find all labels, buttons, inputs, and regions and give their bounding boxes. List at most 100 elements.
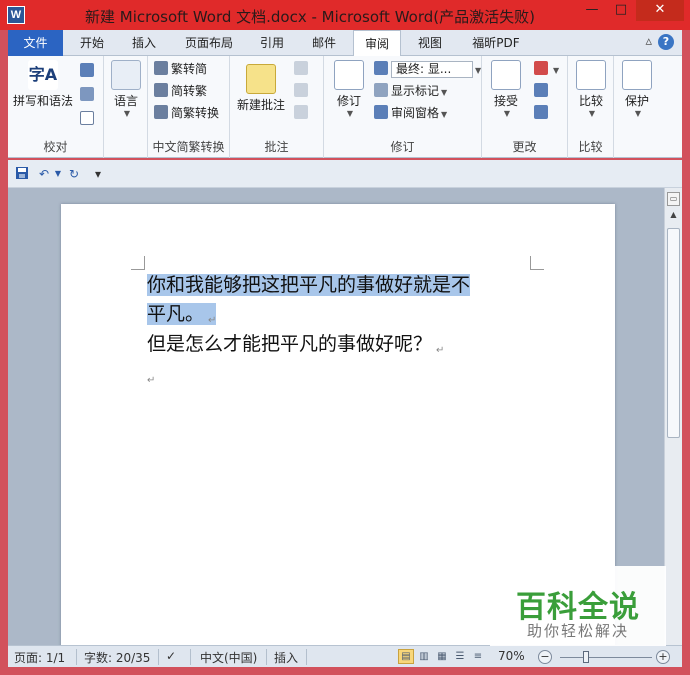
zoom-out-icon[interactable]: − <box>538 650 552 664</box>
insert-mode[interactable]: 插入 <box>274 649 298 666</box>
word-count-button[interactable] <box>80 110 97 128</box>
outline-icon[interactable]: ☰ <box>452 649 468 664</box>
group-compare: 比较 ▼ 比较 <box>568 56 614 158</box>
reject-icon <box>534 61 548 75</box>
show-markup-label: 显示标记 <box>391 84 440 98</box>
empty-paragraph[interactable]: ↵ <box>147 360 155 395</box>
simp-trad-convert-label: 简繁转换 <box>171 106 220 120</box>
markup-mode-value: 最终: 显... <box>391 61 473 78</box>
redo-icon[interactable]: ↻ <box>66 166 82 182</box>
protect-icon <box>622 60 652 90</box>
review-pane-label: 审阅窗格 <box>391 106 440 120</box>
group-tracking: 修订 ▼ 最终: 显... ▼ 显示标记 ▼ 审阅窗格 ▼ 修订 <box>324 56 482 158</box>
tab-insert[interactable]: 插入 <box>122 30 166 56</box>
zoom-in-icon[interactable]: + <box>656 650 670 664</box>
web-layout-icon[interactable]: ▦ <box>434 649 450 664</box>
paragraph-mark-icon: ↵ <box>208 315 217 326</box>
thesaurus-button[interactable] <box>80 86 97 104</box>
divider <box>306 649 307 665</box>
ruler-toggle-icon[interactable]: ▭ <box>667 192 680 206</box>
track-changes-button[interactable]: 修订 ▼ <box>328 60 370 118</box>
scroll-up-icon[interactable]: ▲ <box>667 210 680 224</box>
group-chinese-conversion: 繁转简 简转繁 简繁转换 中文简繁转换 <box>148 56 230 158</box>
language-status[interactable]: 中文(中国) <box>200 649 257 666</box>
group-tracking-label: 修订 <box>390 140 415 154</box>
customize-qat-icon[interactable]: ▾ <box>90 166 106 182</box>
line-3-text: 但是怎么才能把平凡的事做好呢？ <box>147 333 433 355</box>
accept-caret-icon: ▼ <box>503 109 511 118</box>
tab-home[interactable]: 开始 <box>70 30 114 56</box>
vertical-scrollbar[interactable]: ▭ ▲ <box>664 188 682 645</box>
draft-icon[interactable]: ≡ <box>470 649 486 664</box>
tab-view[interactable]: 视图 <box>408 30 452 56</box>
research-button[interactable] <box>80 62 97 80</box>
tab-references[interactable]: 引用 <box>250 30 294 56</box>
word-window: W 新建 Microsoft Word 文档.docx - Microsoft … <box>0 0 690 675</box>
track-changes-label: 修订 <box>336 94 361 108</box>
maximize-button[interactable]: □ <box>607 0 635 21</box>
status-bar: 页面: 1/1 字数: 20/35 ✓ 中文(中国) 插入 ▤ ▥ ▦ ☰ ≡ … <box>8 645 682 667</box>
accept-button[interactable]: 接受 ▼ <box>486 60 526 118</box>
tab-file[interactable]: 文件 <box>8 30 63 56</box>
new-comment-label: 新建批注 <box>236 98 285 112</box>
new-comment-icon <box>246 64 276 94</box>
paragraph-mark-icon: ↵ <box>436 345 445 356</box>
divider <box>190 649 191 665</box>
zoom-level[interactable]: 70% <box>498 649 525 663</box>
tab-page-layout[interactable]: 页面布局 <box>176 30 242 56</box>
next-comment-button[interactable] <box>294 104 311 122</box>
review-pane-button[interactable]: 审阅窗格 ▼ <box>374 104 447 122</box>
zoom-slider-thumb[interactable] <box>583 651 589 663</box>
simp-trad-convert-icon <box>154 105 168 119</box>
simp-trad-convert-button[interactable]: 简繁转换 <box>154 104 219 122</box>
accept-icon <box>491 60 521 90</box>
compare-button[interactable]: 比较 ▼ <box>571 60 611 118</box>
trad-to-simp-button[interactable]: 繁转简 <box>154 60 207 78</box>
page-count[interactable]: 页面: 1/1 <box>14 649 65 666</box>
watermark-logo: 百科全说 助你轻松解决 <box>490 566 666 646</box>
spell-grammar-label: 拼写和语法 <box>12 94 73 108</box>
ribbon-tabs: 文件 开始 插入 页面布局 引用 邮件 审阅 视图 福昕PDF ▵? <box>8 30 682 57</box>
language-button[interactable]: 语言 ▼ <box>106 60 146 118</box>
tab-mailings[interactable]: 邮件 <box>302 30 346 56</box>
protect-button[interactable]: 保护 ▼ <box>617 60 657 118</box>
close-button[interactable]: ✕ <box>636 0 684 21</box>
review-pane-icon <box>374 105 388 119</box>
full-screen-reading-icon[interactable]: ▥ <box>416 649 432 664</box>
help-icon[interactable]: ? <box>658 34 674 50</box>
simp-to-trad-button[interactable]: 简转繁 <box>154 82 207 100</box>
tab-review[interactable]: 审阅 <box>353 30 401 57</box>
group-proofing: 字A 拼写和语法 校对 <box>8 56 104 158</box>
proofing-status-icon[interactable]: ✓ <box>166 649 176 663</box>
tab-foxit-pdf[interactable]: 福昕PDF <box>460 30 532 56</box>
spell-grammar-button[interactable]: 字A 拼写和语法 <box>12 60 74 109</box>
ribbon-collapse-icon[interactable]: ▵ <box>645 34 652 49</box>
previous-comment-button[interactable] <box>294 82 311 100</box>
next-comment-icon <box>294 105 308 119</box>
ribbon-review: 字A 拼写和语法 校对 语言 ▼ 繁转简 简转繁 简繁转换 中文简繁转换 新建批… <box>8 56 682 158</box>
delete-comment-icon <box>294 61 308 75</box>
print-layout-icon[interactable]: ▤ <box>398 649 414 664</box>
spellcheck-icon: 字A <box>28 60 58 90</box>
show-markup-button[interactable]: 显示标记 ▼ <box>374 82 447 100</box>
selected-text-line-1: 你和我能够把这把平凡的事做好就是不 <box>147 274 471 296</box>
track-changes-caret-icon: ▼ <box>346 109 354 118</box>
display-for-review-dropdown[interactable]: 最终: 显... ▼ <box>374 60 481 78</box>
trad-to-simp-label: 繁转简 <box>171 62 208 76</box>
delete-comment-button[interactable] <box>294 60 311 78</box>
paragraph-mark-icon: ↵ <box>147 375 156 386</box>
compare-icon <box>576 60 606 90</box>
word-count[interactable]: 字数: 20/35 <box>84 649 150 666</box>
paragraph-line-3[interactable]: 但是怎么才能把平凡的事做好呢？ ↵ <box>147 330 444 365</box>
paragraph-line-1[interactable]: 你和我能够把这把平凡的事做好就是不 <box>147 271 471 300</box>
reject-button[interactable]: ▼ <box>534 60 559 78</box>
zoom-slider-track[interactable] <box>560 657 652 658</box>
minimize-button[interactable]: — <box>578 0 606 21</box>
previous-change-button[interactable] <box>534 82 551 100</box>
scroll-thumb[interactable] <box>667 228 680 438</box>
group-protect: 保护 ▼ <box>614 56 660 158</box>
save-icon[interactable] <box>14 166 30 182</box>
undo-dropdown-icon[interactable]: ▼ <box>50 166 66 182</box>
next-change-button[interactable] <box>534 104 551 122</box>
new-comment-button[interactable]: 新建批注 <box>232 64 290 113</box>
